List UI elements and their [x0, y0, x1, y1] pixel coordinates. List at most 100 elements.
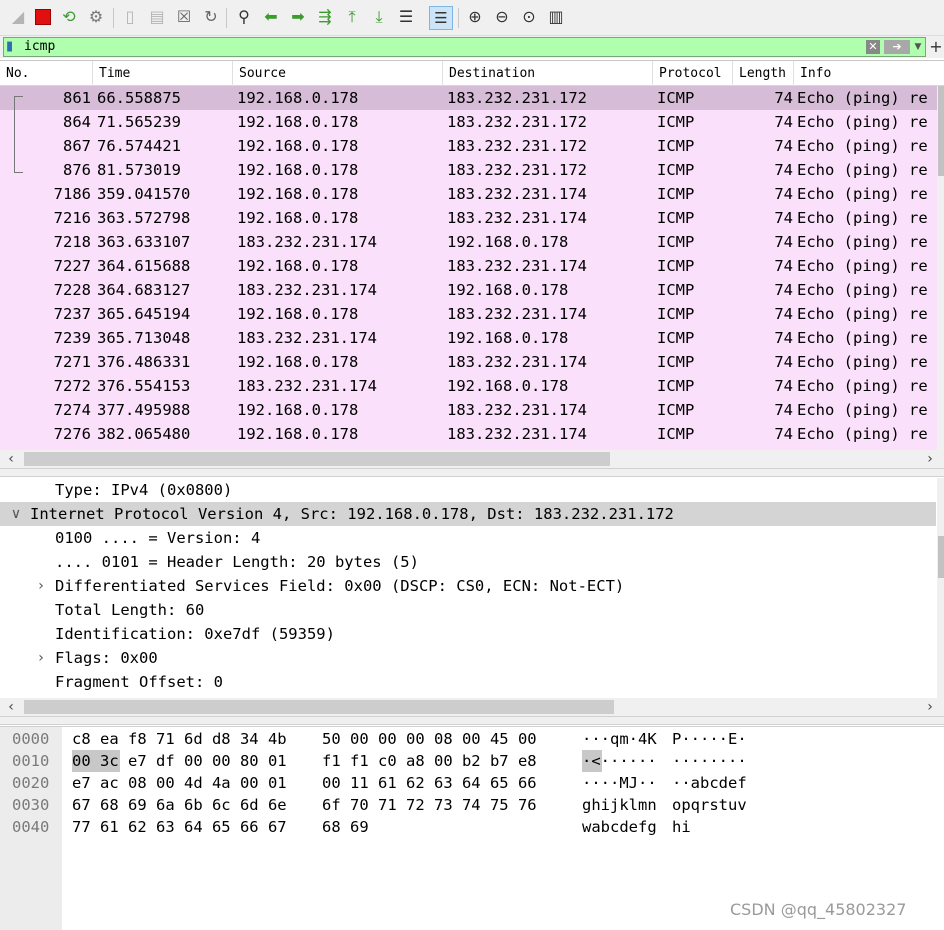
hex-bytes[interactable]: 67 68 69 6a 6b 6c 6d 6e [72, 794, 287, 816]
detail-line[interactable]: Identification: 0xe7df (59359) [0, 622, 936, 646]
colorize-icon[interactable]: ☰ [429, 6, 453, 30]
scroll-right-icon[interactable]: › [922, 450, 938, 468]
display-filter-input[interactable] [24, 38, 844, 56]
column-header-destination[interactable]: Destination [443, 61, 653, 86]
chevron-right-icon[interactable]: › [33, 574, 49, 598]
hex-bytes[interactable]: c8 ea f8 71 6d d8 34 4b [72, 728, 287, 750]
packet-list-horizontal-scrollbar[interactable]: ‹ › [0, 450, 944, 468]
reload-file-icon[interactable]: ↻ [201, 7, 221, 27]
packet-info-cell: Echo (ping) re [797, 305, 928, 323]
ascii-bytes[interactable]: ···qm·4K [582, 728, 657, 750]
ascii-bytes[interactable]: opqrstuv [672, 794, 747, 816]
packet-row[interactable]: 7186 359.041570 192.168.0.178 183.232.231.1… [0, 182, 944, 206]
add-filter-button-icon[interactable]: + [929, 37, 943, 57]
auto-scroll-icon[interactable]: ☰ [396, 7, 416, 27]
column-header-info[interactable]: Info [794, 61, 944, 86]
scroll-left-icon[interactable]: ‹ [3, 450, 19, 468]
ascii-bytes[interactable]: ·<······ [582, 750, 657, 772]
last-packet-icon[interactable]: ⤓ [369, 7, 389, 27]
byte-offset[interactable]: 0000 [12, 728, 49, 750]
bookmark-icon[interactable]: ▮ [6, 40, 16, 54]
column-header-time[interactable]: Time [93, 61, 233, 86]
detail-line[interactable]: › Flags: 0x00 [0, 646, 936, 670]
packet-row[interactable]: 7274 377.495988 192.168.0.178 183.232.231.1… [0, 398, 944, 422]
ascii-bytes[interactable]: ····MJ·· [582, 772, 657, 794]
ascii-bytes[interactable]: ········ [672, 750, 747, 772]
packet-row[interactable]: 864 71.565239 192.168.0.178 183.232.231.172… [0, 110, 944, 134]
first-packet-icon[interactable]: ⤒ [342, 7, 362, 27]
resize-columns-icon[interactable]: ▥ [546, 7, 566, 27]
detail-line[interactable]: .... 0101 = Header Length: 20 bytes (5) [0, 550, 936, 574]
scrollbar-thumb[interactable] [938, 86, 944, 176]
hex-bytes[interactable]: 50 00 00 00 08 00 45 00 [322, 728, 537, 750]
zoom-in-icon[interactable]: ⊕ [465, 7, 485, 27]
packet-row[interactable]: 7272 376.554153 183.232.231.174 192.168.0.1… [0, 374, 944, 398]
zoom-out-icon[interactable]: ⊖ [492, 7, 512, 27]
detail-line[interactable]: ∨ Internet Protocol Version 4, Src: 192.1… [0, 502, 936, 526]
shark-fin-icon[interactable]: ◢ [8, 7, 28, 27]
detail-line[interactable]: 0100 .... = Version: 4 [0, 526, 936, 550]
packet-row[interactable]: 876 81.573019 192.168.0.178 183.232.231.172… [0, 158, 944, 182]
chevron-down-icon[interactable]: ▼ [912, 40, 924, 54]
go-back-icon[interactable]: ⬅ [261, 7, 281, 27]
detail-line[interactable]: Fragment Offset: 0 [0, 670, 936, 694]
save-file-icon[interactable]: ▤ [147, 7, 167, 27]
packet-row[interactable]: 7276 382.065480 192.168.0.178 183.232.231.1… [0, 422, 944, 446]
ascii-bytes[interactable]: ghijklmn [582, 794, 657, 816]
normal-size-icon[interactable]: ⊙ [519, 7, 539, 27]
hex-bytes[interactable]: 00 3c e7 df 00 00 80 01 [72, 750, 287, 772]
column-header-source[interactable]: Source [233, 61, 443, 86]
packet-list-vertical-scrollbar[interactable] [937, 86, 944, 451]
hex-bytes[interactable]: f1 f1 c0 a8 00 b2 b7 e8 [322, 750, 537, 772]
byte-offset[interactable]: 0010 [12, 750, 49, 772]
open-file-icon[interactable]: ▯ [120, 7, 140, 27]
detail-line[interactable]: Type: IPv4 (0x0800) [0, 478, 936, 502]
packet-row[interactable]: 861 66.558875 192.168.0.178 183.232.231.172… [0, 86, 944, 110]
packet-row[interactable]: 7237 365.645194 192.168.0.178 183.232.231.1… [0, 302, 944, 326]
packet-row[interactable]: 7271 376.486331 192.168.0.178 183.232.231.1… [0, 350, 944, 374]
scrollbar-thumb[interactable] [24, 452, 610, 466]
close-file-icon[interactable]: ☒ [174, 7, 194, 27]
packet-row[interactable]: 7228 364.683127 183.232.231.174 192.168.0.1… [0, 278, 944, 302]
ascii-bytes[interactable]: ··abcdef [672, 772, 747, 794]
column-header-length[interactable]: Length [733, 61, 794, 86]
hex-bytes[interactable]: 00 11 61 62 63 64 65 66 [322, 772, 537, 794]
byte-offset[interactable]: 0040 [12, 816, 49, 838]
hex-bytes[interactable]: 77 61 62 63 64 65 66 67 [72, 816, 287, 838]
scroll-right-icon[interactable]: › [922, 698, 938, 716]
go-forward-icon[interactable]: ➡ [288, 7, 308, 27]
ascii-bytes[interactable]: wabcdefg [582, 816, 657, 838]
hex-bytes[interactable]: 6f 70 71 72 73 74 75 76 [322, 794, 537, 816]
details-horizontal-scrollbar[interactable]: ‹ › [0, 698, 944, 716]
packet-row[interactable]: 7218 363.633107 183.232.231.174 192.168.0.1… [0, 230, 944, 254]
hex-bytes[interactable]: 68 69 [322, 816, 369, 838]
packet-row[interactable]: 7239 365.713048 183.232.231.174 192.168.0.1… [0, 326, 944, 350]
apply-filter-icon[interactable]: ➔ [884, 40, 910, 54]
detail-line[interactable]: Total Length: 60 [0, 598, 936, 622]
scrollbar-thumb[interactable] [938, 536, 944, 578]
chevron-down-icon[interactable]: ∨ [8, 502, 24, 526]
ascii-bytes[interactable]: hi [672, 816, 691, 838]
column-header-no[interactable]: No. [0, 61, 93, 86]
byte-offset[interactable]: 0030 [12, 794, 49, 816]
restart-capture-icon[interactable]: ⟲ [59, 7, 79, 27]
ascii-bytes[interactable]: P·····E· [672, 728, 747, 750]
stop-capture-icon[interactable] [33, 7, 53, 27]
clear-filter-icon[interactable]: ✕ [866, 40, 880, 54]
chevron-right-icon[interactable]: › [33, 646, 49, 670]
packet-row[interactable]: 7227 364.615688 192.168.0.178 183.232.231.1… [0, 254, 944, 278]
go-to-packet-icon[interactable]: ⇶ [315, 7, 335, 27]
scroll-left-icon[interactable]: ‹ [3, 698, 19, 716]
find-packet-icon[interactable]: ⚲ [234, 7, 254, 27]
packet-row[interactable]: 867 76.574421 192.168.0.178 183.232.231.172… [0, 134, 944, 158]
column-header-protocol[interactable]: Protocol [653, 61, 733, 86]
byte-offset[interactable]: 0020 [12, 772, 49, 794]
hex-bytes[interactable]: e7 ac 08 00 4d 4a 00 01 [72, 772, 287, 794]
details-vertical-scrollbar[interactable] [937, 478, 944, 698]
capture-options-icon[interactable]: ⚙ [86, 7, 106, 27]
pane-splitter[interactable] [0, 468, 944, 477]
scrollbar-thumb[interactable] [24, 700, 614, 714]
packet-row[interactable]: 7216 363.572798 192.168.0.178 183.232.231.1… [0, 206, 944, 230]
detail-line[interactable]: › Differentiated Services Field: 0x00 (DS… [0, 574, 936, 598]
pane-splitter[interactable] [0, 716, 944, 725]
